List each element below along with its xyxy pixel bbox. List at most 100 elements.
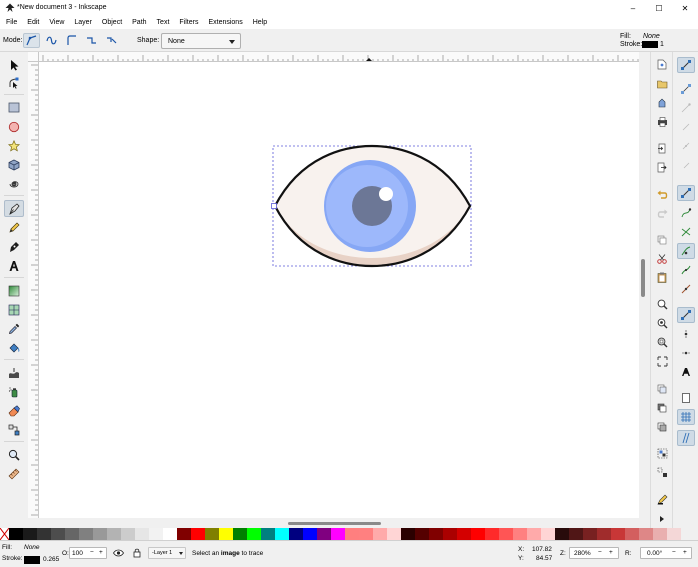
- node-tool-button[interactable]: [4, 74, 24, 91]
- palette-swatch[interactable]: [597, 528, 611, 540]
- import-button[interactable]: [654, 141, 670, 156]
- undo-button[interactable]: [654, 187, 670, 202]
- spiral-tool-button[interactable]: [4, 175, 24, 192]
- snap-path-intersection-button[interactable]: [677, 224, 695, 240]
- sequence-mode-button[interactable]: [103, 33, 120, 48]
- palette-swatch[interactable]: [261, 528, 275, 540]
- cut-button[interactable]: [654, 251, 670, 266]
- snap-page-border-button[interactable]: [677, 390, 695, 406]
- paint-bucket-tool-button[interactable]: [4, 339, 24, 356]
- snap-smooth-nodes-button[interactable]: [677, 262, 695, 278]
- palette-swatch[interactable]: [317, 528, 331, 540]
- no-paint-swatch[interactable]: [0, 528, 9, 540]
- palette-swatch[interactable]: [611, 528, 625, 540]
- stroke-color-swatch[interactable]: [642, 41, 658, 48]
- palette-swatch[interactable]: [219, 528, 233, 540]
- palette-swatch[interactable]: [51, 528, 65, 540]
- close-button[interactable]: ✕: [672, 0, 698, 17]
- clone-button[interactable]: [654, 400, 670, 415]
- palette-swatch[interactable]: [303, 528, 317, 540]
- spray-tool-button[interactable]: [4, 383, 24, 400]
- menu-text[interactable]: Text: [152, 17, 175, 29]
- palette-swatch[interactable]: [667, 528, 681, 540]
- print-button[interactable]: [654, 114, 670, 129]
- palette-swatch[interactable]: [387, 528, 401, 540]
- palette-swatch[interactable]: [37, 528, 51, 540]
- ellipse-tool-button[interactable]: [4, 118, 24, 135]
- layer-dropdown[interactable]: -Layer 1: [148, 547, 186, 559]
- snap-bbox-button[interactable]: [677, 81, 695, 97]
- palette-swatch[interactable]: [359, 528, 373, 540]
- palette-swatch[interactable]: [555, 528, 569, 540]
- palette-swatch[interactable]: [205, 528, 219, 540]
- plus-icon[interactable]: +: [99, 549, 103, 556]
- snap-toggle-button[interactable]: [677, 57, 695, 73]
- palette-swatch[interactable]: [121, 528, 135, 540]
- minimize-button[interactable]: –: [620, 0, 646, 17]
- redo-button[interactable]: [654, 206, 670, 221]
- fill-stroke-dialog-button[interactable]: [654, 492, 670, 507]
- palette-swatch[interactable]: [415, 528, 429, 540]
- pencil-tool-button[interactable]: [4, 219, 24, 236]
- ungroup-button[interactable]: [654, 465, 670, 480]
- snap-bbox-corner-button[interactable]: [677, 119, 695, 135]
- menu-extensions[interactable]: Extensions: [203, 17, 247, 29]
- snap-bbox-center-button[interactable]: [677, 157, 695, 173]
- bezier-tool-button[interactable]: [4, 200, 24, 217]
- palette-swatch[interactable]: [541, 528, 555, 540]
- minus-icon[interactable]: −: [90, 549, 94, 556]
- menu-file[interactable]: File: [1, 17, 22, 29]
- palette-swatch[interactable]: [23, 528, 37, 540]
- palette-swatch[interactable]: [79, 528, 93, 540]
- new-document-button[interactable]: [654, 57, 670, 72]
- export-button[interactable]: [654, 160, 670, 175]
- menu-path[interactable]: Path: [127, 17, 151, 29]
- unlink-clone-button[interactable]: [654, 419, 670, 434]
- vertical-ruler[interactable]: [28, 62, 39, 518]
- snap-midpoints-button[interactable]: [677, 281, 695, 297]
- palette-swatch[interactable]: [345, 528, 359, 540]
- palette-swatch[interactable]: [471, 528, 485, 540]
- menu-filters[interactable]: Filters: [174, 17, 203, 29]
- palette-swatch[interactable]: [163, 528, 177, 540]
- eye-visibility-icon[interactable]: [113, 549, 124, 557]
- snap-bbox-midpoint-button[interactable]: [677, 138, 695, 154]
- dropper-tool-button[interactable]: [4, 320, 24, 337]
- menu-view[interactable]: View: [44, 17, 69, 29]
- palette-swatch[interactable]: [569, 528, 583, 540]
- maximize-button[interactable]: ☐: [646, 0, 672, 17]
- palette-swatch[interactable]: [625, 528, 639, 540]
- palette-swatch[interactable]: [401, 528, 415, 540]
- menu-object[interactable]: Object: [97, 17, 127, 29]
- horizontal-scrollbar[interactable]: [39, 518, 639, 528]
- palette-swatch[interactable]: [233, 528, 247, 540]
- more-commands-button[interactable]: [654, 511, 670, 526]
- menu-edit[interactable]: Edit: [22, 17, 44, 29]
- snap-cusp-nodes-button[interactable]: [677, 243, 695, 259]
- snap-others-button[interactable]: [677, 307, 695, 323]
- palette-swatch[interactable]: [499, 528, 513, 540]
- zoom-drawing-button[interactable]: [654, 316, 670, 331]
- snap-guides-button[interactable]: [677, 430, 695, 446]
- menu-help[interactable]: Help: [248, 17, 272, 29]
- palette-swatch[interactable]: [653, 528, 667, 540]
- horizontal-ruler[interactable]: [39, 52, 639, 62]
- snap-rotation-centers-button[interactable]: [677, 345, 695, 361]
- lock-icon[interactable]: [133, 548, 141, 558]
- snap-grids-button[interactable]: [677, 409, 695, 425]
- palette-swatch[interactable]: [331, 528, 345, 540]
- horizontal-scrollbar-thumb[interactable]: [288, 522, 381, 525]
- zoom-page-button[interactable]: [654, 335, 670, 350]
- palette-swatch[interactable]: [443, 528, 457, 540]
- paraxial-mode-button[interactable]: [83, 33, 100, 48]
- palette-swatch[interactable]: [191, 528, 205, 540]
- rotation-spinbox[interactable]: 0.00° − +: [640, 547, 692, 559]
- measure-tool-button[interactable]: [4, 465, 24, 482]
- shape-dropdown[interactable]: None: [161, 33, 241, 49]
- palette-swatch[interactable]: [9, 528, 23, 540]
- text-tool-button[interactable]: [4, 257, 24, 274]
- spiro-mode-button[interactable]: [43, 33, 60, 48]
- selector-tool-button[interactable]: [4, 56, 24, 73]
- star-tool-button[interactable]: [4, 137, 24, 154]
- palette-swatch[interactable]: [135, 528, 149, 540]
